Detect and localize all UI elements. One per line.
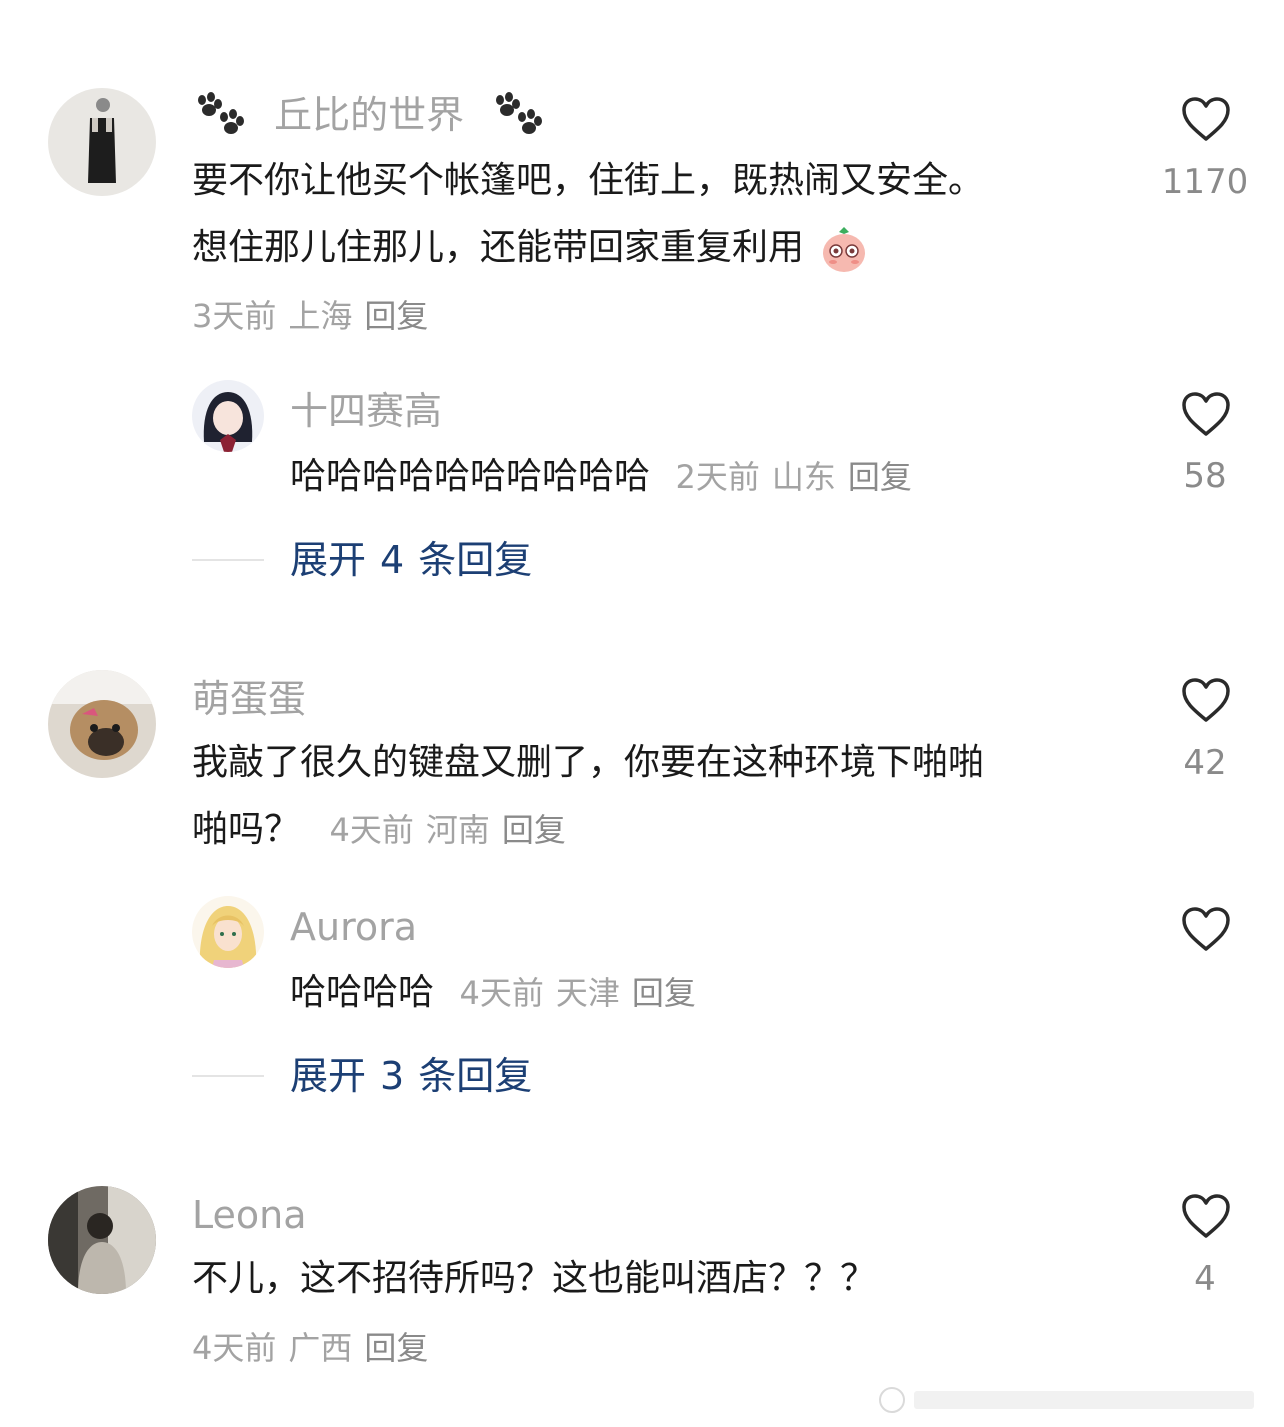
like-count: 4: [1194, 1259, 1216, 1299]
comment-text: 要不你让他买个帐篷吧，住街上，既热闹又安全。: [192, 160, 985, 201]
location: 天津: [555, 974, 620, 1012]
username-row[interactable]: 丘比的世界: [192, 92, 546, 138]
comment-text: 啪吗？: [192, 809, 301, 850]
paw-icon: [192, 92, 248, 138]
paw-icon: [490, 92, 546, 138]
comment-meta: 3天前 上海 回复: [192, 294, 428, 338]
username[interactable]: Aurora: [290, 904, 417, 950]
reply-row: 哈哈哈哈哈哈哈哈哈哈 2天前 山东 回复: [290, 454, 912, 500]
reply-button[interactable]: 回复: [364, 1329, 428, 1367]
location: 广西: [288, 1329, 353, 1367]
avatar[interactable]: [48, 670, 156, 778]
avatar[interactable]: [192, 896, 264, 968]
location: 山东: [771, 458, 836, 496]
timestamp: 4天前: [192, 1329, 277, 1367]
like-count: 1170: [1161, 162, 1249, 202]
timestamp: 4天前: [459, 974, 544, 1012]
expand-label: 条回复: [418, 1054, 533, 1098]
avatar[interactable]: [48, 1186, 156, 1294]
watermark-icon: [868, 1383, 1268, 1417]
expand-replies-button[interactable]: 展开 4 条回复: [290, 537, 532, 583]
divider: [192, 1075, 264, 1077]
expand-label: 展开: [290, 1054, 367, 1098]
reply-button[interactable]: 回复: [364, 297, 428, 335]
avatar[interactable]: [48, 88, 156, 196]
reply-row: 哈哈哈哈 4天前 天津 回复: [290, 970, 696, 1016]
reply-count: 3: [380, 1054, 405, 1098]
reply-button[interactable]: 回复: [502, 811, 566, 849]
heart-icon[interactable]: [1180, 905, 1232, 953]
comment-meta: 4天前 广西 回复: [192, 1326, 428, 1370]
reply-button[interactable]: 回复: [632, 974, 696, 1012]
comment-text: 我敲了很久的键盘又删了，你要在这种环境下啪啪: [192, 742, 985, 783]
timestamp: 2天前: [675, 458, 760, 496]
reply-text: 哈哈哈哈: [290, 972, 435, 1013]
expand-label: 条回复: [418, 538, 533, 582]
comment-meta: 4天前 河南 回复: [329, 811, 565, 849]
reply-button[interactable]: 回复: [848, 458, 912, 496]
comment-meta: 2天前 山东 回复: [675, 458, 911, 496]
heart-icon[interactable]: [1180, 676, 1232, 724]
expand-replies-button[interactable]: 展开 3 条回复: [290, 1053, 532, 1099]
username[interactable]: 十四赛高: [290, 388, 442, 434]
like-count: 42: [1183, 743, 1227, 783]
blushing-peach-emoji-icon: [819, 224, 869, 274]
like-count: 58: [1183, 456, 1227, 496]
username[interactable]: 丘比的世界: [274, 93, 464, 137]
heart-icon[interactable]: [1180, 95, 1232, 143]
comment-text: 想住那儿住那儿，还能带回家重复利用: [192, 227, 805, 268]
avatar[interactable]: [192, 380, 264, 452]
location: 上海: [288, 297, 353, 335]
timestamp: 4天前: [329, 811, 414, 849]
comment-text-continued: 想住那儿住那儿，还能带回家重复利用: [192, 224, 869, 274]
heart-icon[interactable]: [1180, 1192, 1232, 1240]
heart-icon[interactable]: [1180, 390, 1232, 438]
comment-meta: 4天前 天津 回复: [459, 974, 695, 1012]
username[interactable]: Leona: [192, 1192, 307, 1238]
comment-text-continued: 啪吗？ 4天前 河南 回复: [192, 807, 566, 853]
divider: [192, 559, 264, 561]
reply-count: 4: [380, 538, 405, 582]
reply-text: 哈哈哈哈哈哈哈哈哈哈: [290, 456, 651, 497]
username[interactable]: 萌蛋蛋: [192, 676, 306, 722]
location: 河南: [425, 811, 490, 849]
comment-text: 不儿，这不招待所吗？这也能叫酒店？？？: [192, 1258, 877, 1299]
expand-label: 展开: [290, 538, 367, 582]
timestamp: 3天前: [192, 297, 277, 335]
